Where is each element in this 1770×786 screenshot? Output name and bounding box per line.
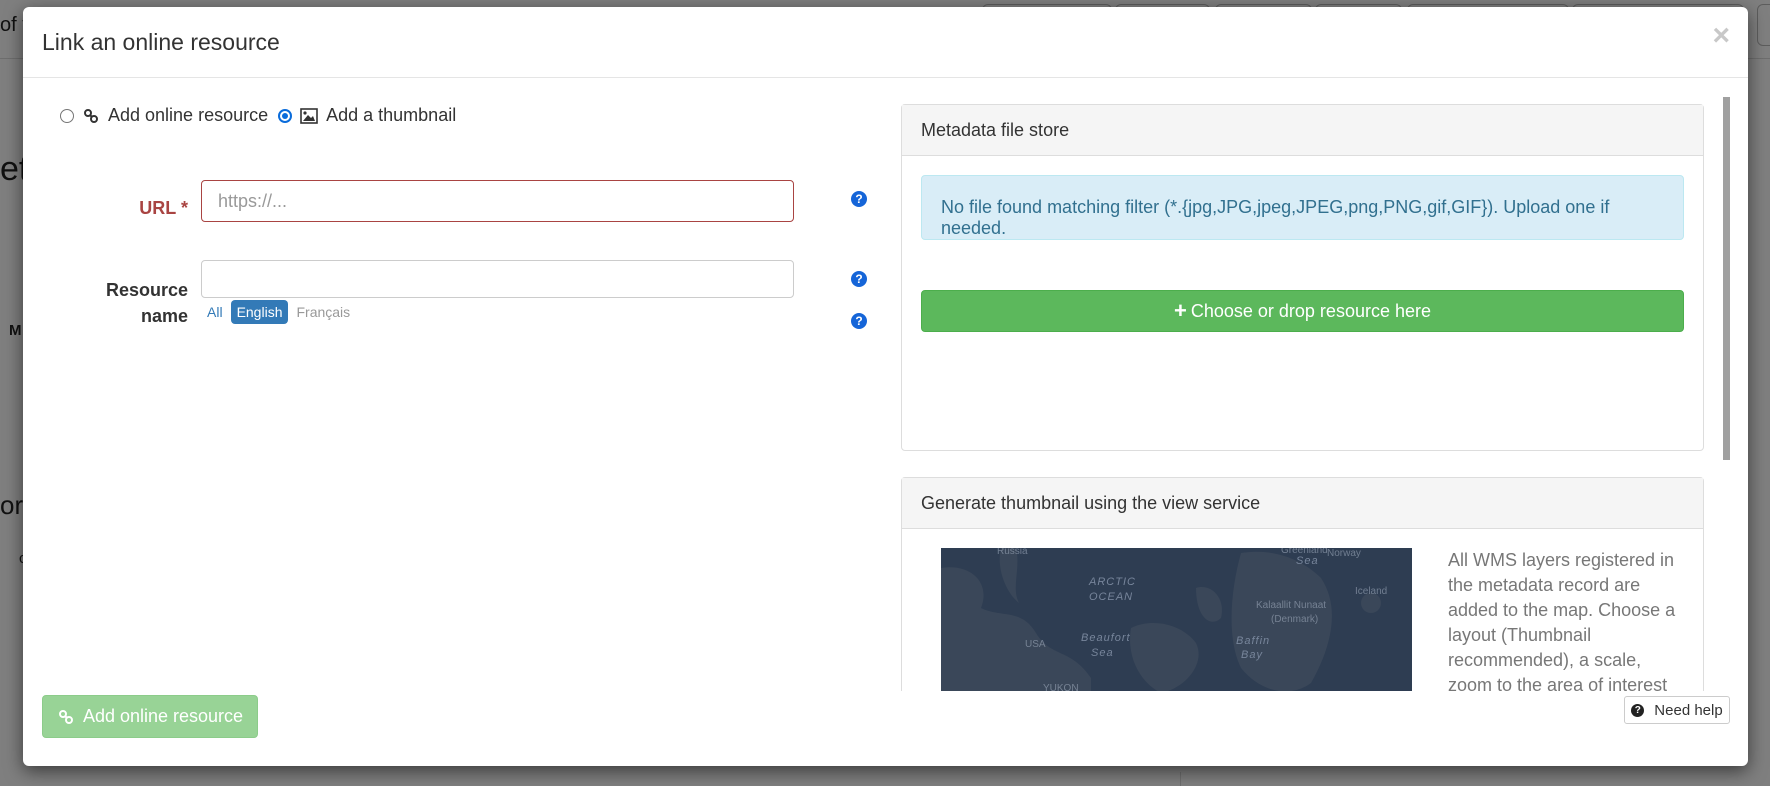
file-store-panel: Metadata file store No file found matchi… <box>901 104 1704 451</box>
modal-header: Link an online resource × <box>23 7 1748 78</box>
drop-button-label: Choose or drop resource here <box>1190 300 1431 321</box>
scrollbar[interactable] <box>1723 97 1730 460</box>
map-label: USA <box>1025 639 1046 650</box>
resource-name-label-line1: Resource <box>105 280 188 300</box>
required-mark: * <box>180 198 188 218</box>
view-service-panel: Generate thumbnail using the view servic… <box>901 477 1704 691</box>
question-circle-icon: ? <box>1631 703 1645 717</box>
thumbnail-map[interactable]: Russia ARCTIC OCEAN Greenland Sea Norway… <box>941 548 1412 691</box>
map-label: Beaufort <box>1081 632 1131 644</box>
map-label: Kalaallit Nunaat <box>1256 600 1327 611</box>
mode-option-online-resource[interactable]: Add online resource <box>60 105 268 126</box>
resource-name-help-icon[interactable]: ? <box>851 271 867 287</box>
link-resource-modal: Link an online resource × Add online res… <box>23 7 1748 766</box>
thumbnail-sources: Metadata file store No file found matchi… <box>901 97 1721 691</box>
map-label: (Denmark) <box>1271 614 1319 625</box>
language-switcher: All English Français <box>201 300 358 324</box>
map-label: Russia <box>997 548 1028 557</box>
map-label: Baffin <box>1236 635 1271 647</box>
resource-name-input[interactable] <box>201 260 794 298</box>
mode-label: Add a thumbnail <box>326 105 457 125</box>
no-file-alert: No file found matching filter (*.{jpg,JP… <box>921 175 1684 240</box>
file-store-heading: Metadata file store <box>902 105 1703 156</box>
view-service-description: All WMS layers registered in the metadat… <box>1448 550 1676 691</box>
mode-selector: Add online resource Add a thumbnail <box>60 105 466 126</box>
url-label-text: URL <box>139 198 176 218</box>
choose-drop-resource-button[interactable]: + Choose or drop resource here <box>921 290 1684 332</box>
map-land <box>941 548 1381 691</box>
resource-name-label: Resource name <box>83 277 188 329</box>
language-help-icon[interactable]: ? <box>851 313 867 329</box>
radio-thumbnail[interactable] <box>278 108 293 123</box>
link-icon <box>82 107 100 125</box>
resource-name-label-line2: name <box>140 306 188 326</box>
add-online-resource-button[interactable]: Add online resource <box>42 695 258 738</box>
image-icon <box>300 107 318 125</box>
radio-online-resource[interactable] <box>60 108 74 123</box>
map-label: Sea <box>1091 647 1114 659</box>
link-icon <box>57 708 75 726</box>
url-help-icon[interactable]: ? <box>851 191 867 207</box>
add-button-label: Add online resource <box>82 706 244 726</box>
map-label: Bay <box>1241 649 1263 661</box>
mode-option-thumbnail[interactable]: Add a thumbnail <box>278 105 456 126</box>
lang-francais[interactable]: Français <box>290 301 356 323</box>
need-help-label: Need help <box>1654 701 1723 719</box>
map-label: Sea <box>1296 555 1319 567</box>
lang-english[interactable]: English <box>230 300 289 324</box>
map-label: Iceland <box>1355 586 1388 597</box>
lang-all[interactable]: All <box>201 301 229 323</box>
map-label: ARCTIC <box>1089 576 1136 588</box>
map-label: YUKON <box>1043 683 1079 691</box>
need-help-button[interactable]: ? Need help <box>1624 696 1730 724</box>
view-service-heading: Generate thumbnail using the view servic… <box>902 478 1703 529</box>
plus-icon: + <box>1174 298 1187 323</box>
url-label: URL * <box>83 198 188 219</box>
map-label: Norway <box>1327 548 1361 559</box>
modal-title: Link an online resource <box>42 29 280 55</box>
close-button[interactable]: × <box>1712 21 1730 51</box>
mode-label: Add online resource <box>108 105 269 125</box>
map-label: OCEAN <box>1089 591 1134 603</box>
url-input[interactable] <box>201 180 794 222</box>
